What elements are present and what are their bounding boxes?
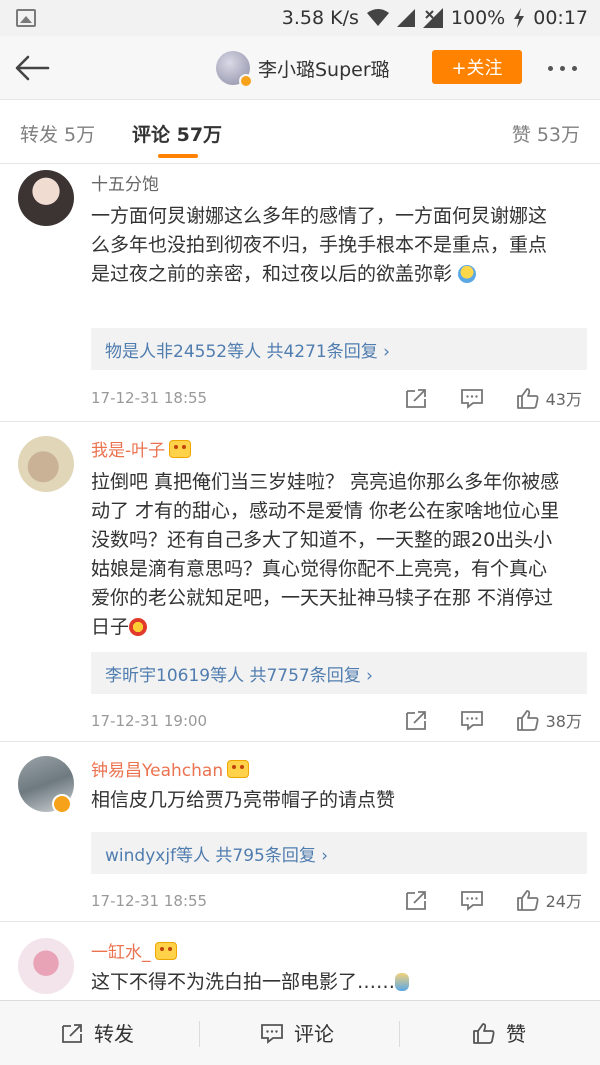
comment-actions: 38万 [372,708,582,732]
like-icon[interactable] [516,387,540,409]
tab-repost[interactable]: 转发 5万 [20,120,95,147]
signal-icon [396,9,415,27]
divider [399,1021,400,1047]
profile-name[interactable]: 李小璐Super璐 [258,55,390,82]
charging-icon [514,8,525,28]
clock: 00:17 [533,7,588,29]
tab-bar: 转发 5万 评论 57万 赞 53万 [0,100,600,164]
comment-text: 拉倒吧 真把俺们当三岁娃啦？ 亮亮追你那么多年你被感动了 才有的甜心，感动不是爱… [91,471,560,638]
share-icon[interactable] [404,889,428,911]
emoji-icon [129,618,148,636]
avatar[interactable] [18,436,74,492]
comment-text: 相信皮几万给贾乃亮带帽子的请点赞 [91,789,396,811]
reply-summary[interactable]: 李昕宇10619等人 共7757条回复 › [91,652,587,694]
title-bar: 李小璐Super璐 +关注 [0,36,600,100]
tab-likes[interactable]: 赞 53万 [512,120,580,147]
comment-item: 一缸水_ 这下不得不为洗白拍一部电影了…… [0,922,600,1000]
like-button[interactable]: 赞 [472,1018,526,1047]
comment-text: 一方面何炅谢娜这么多年的感情了，一方面何炅谢娜这么多年也没拍到彻夜不归，手挽手根… [91,205,548,285]
like-icon[interactable] [516,709,540,731]
more-dots-icon[interactable] [548,66,577,71]
comment-username[interactable]: 我是-叶子 [91,436,192,461]
emoji-icon [458,265,477,283]
bottom-action-bar: 转发 评论 赞 [0,1000,600,1065]
comment-item: 我是-叶子 拉倒吧 真把俺们当三岁娃啦？ 亮亮追你那么多年你被感动了 才有的甜心… [0,422,600,742]
comment-button[interactable]: 评论 [260,1018,334,1047]
reply-summary[interactable]: windyxjf等人 共795条回复 › [91,832,587,874]
like-count: 38万 [545,712,582,731]
network-speed: 3.58 K/s [281,7,359,29]
follow-button[interactable]: +关注 [432,50,522,84]
like-icon [473,1022,495,1044]
wifi-icon [366,9,389,26]
vip-icon [227,759,250,778]
divider [199,1021,200,1047]
comment-item: 钟易昌Yeahchan 相信皮几万给贾乃亮带帽子的请点赞 windyxjf等人 … [0,742,600,922]
reply-summary[interactable]: 物是人非24552等人 共4271条回复 › [91,328,587,370]
status-bar: 3.58 K/s 100% 00:17 [0,0,600,36]
comment-label: 评论 [294,1022,334,1046]
vip-icon [154,941,177,960]
comment-item: 十五分饱 一方面何炅谢娜这么多年的感情了，一方面何炅谢娜这么多年也没拍到彻夜不归… [0,164,600,422]
comment-icon[interactable] [460,387,484,409]
no-sim-signal-icon [422,8,443,28]
like-icon[interactable] [516,889,540,911]
verified-badge-icon [239,74,253,88]
repost-label: 转发 [94,1022,134,1046]
comment-time: 17-12-31 19:00 [91,712,208,730]
vip-icon [169,439,192,458]
like-count: 24万 [545,892,582,911]
comment-text: 这下不得不为洗白拍一部电影了…… [91,968,561,997]
comment-time: 17-12-31 18:55 [91,389,208,407]
comment-username[interactable]: 一缸水_ [91,938,177,963]
share-icon[interactable] [404,709,428,731]
image-icon [16,9,36,27]
repost-button[interactable]: 转发 [60,1018,134,1047]
comment-icon [261,1023,283,1044]
status-right: 3.58 K/s 100% 00:17 [282,5,588,31]
comment-icon[interactable] [460,709,484,731]
comment-username[interactable]: 钟易昌Yeahchan [91,756,250,781]
share-icon [62,1023,82,1043]
like-label: 赞 [506,1022,526,1046]
avatar[interactable] [18,170,74,226]
active-tab-indicator [158,154,198,158]
avatar[interactable] [18,938,74,994]
comment-username[interactable]: 十五分饱 [91,170,159,195]
emoji-icon [395,973,410,991]
share-icon[interactable] [404,387,428,409]
comment-time: 17-12-31 18:55 [91,892,208,910]
comment-actions: 43万 [372,386,582,410]
profile-header[interactable]: 李小璐Super璐 [216,50,390,88]
comment-icon[interactable] [460,889,484,911]
back-arrow-icon[interactable] [12,50,52,86]
like-count: 43万 [545,390,582,409]
verified-badge-icon [52,794,72,814]
battery-percent: 100% [450,7,506,29]
avatar[interactable] [216,51,253,88]
tab-comments[interactable]: 评论 57万 [132,120,222,147]
comment-actions: 24万 [372,888,582,912]
comment-list[interactable]: 十五分饱 一方面何炅谢娜这么多年的感情了，一方面何炅谢娜这么多年也没拍到彻夜不归… [0,164,600,1000]
